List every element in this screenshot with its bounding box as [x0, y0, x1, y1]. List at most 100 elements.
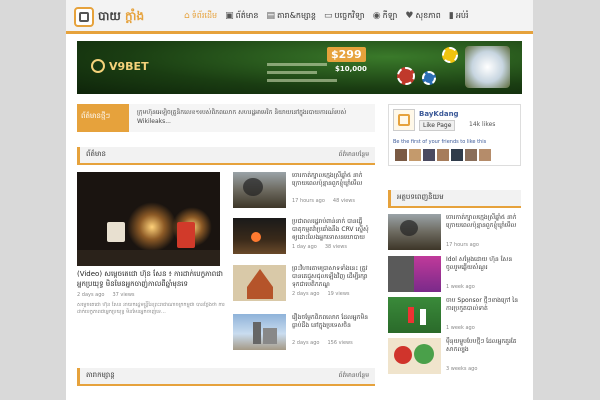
post-date: 2 days ago — [292, 340, 320, 346]
article-meta: 1 day ago 38 views — [292, 244, 347, 250]
post-views: 156 views — [327, 340, 353, 346]
list-item[interactable]: ព្រះវិហារតាមប្រាសាទទាំងនេះ ត្រូវបានគេជួស… — [233, 265, 376, 305]
facebook-friend-faces — [395, 149, 491, 161]
post-date: 3 weeks ago — [446, 366, 478, 372]
article-title[interactable]: ព្រះវិហារតាមប្រាសាទទាំងនេះ ត្រូវបានគេជួស… — [292, 265, 376, 289]
avatar[interactable] — [423, 149, 435, 161]
article-thumbnail[interactable] — [233, 172, 286, 208]
post-date: 2 days ago — [292, 291, 320, 297]
article-title[interactable]: ចោរកាត់ក្បាលក្មេងស្រីឆ្នាំ៥ នាក់ ក្រោយពេ… — [446, 214, 522, 230]
article-meta: 2 days ago 19 views — [292, 291, 350, 297]
logo-icon — [74, 7, 94, 27]
nav-label: តារា&កម្សាន្ត — [277, 11, 316, 20]
post-views: 48 views — [332, 198, 355, 204]
facebook-page-name[interactable]: BayKdang — [419, 110, 459, 118]
list-item[interactable]: ប្រជាពលរដ្ឋរាប់ពាន់នាក់ បានធ្វើបាតុកម្មត… — [233, 218, 376, 258]
article-title[interactable]: Idol សម្តែងដោយ ហ៊ុន សែន ចូលរួមឆ្លើយសំណួរ — [446, 256, 522, 272]
main-story-title[interactable]: (Video) សម្តេចតេជោ ហ៊ុន សែន ៖ ការដាក់បេក… — [77, 269, 227, 289]
ad-banner[interactable]: V9BET $299 $10,000 — [77, 41, 522, 94]
banner-brand-text: V9BET — [109, 59, 149, 73]
list-item[interactable]: រឿងចម្លែក​ពិភពលោក ដែលអ្នកមិនធ្លាប់ដឹង នៅ… — [233, 314, 376, 354]
avatar[interactable] — [479, 149, 491, 161]
ticker-text[interactable]: ក្រុមហ៊ុនអេឡិចត្រូនិកលេខ១របស់ពិភពលោក សហរ… — [137, 108, 377, 126]
nav-label: បច្ចេកវិទ្យា — [334, 11, 365, 20]
banner-price: $299 — [327, 47, 366, 62]
facebook-friends-text: Be the first of your friends to like thi… — [393, 139, 487, 145]
casino-chip-icon — [422, 71, 436, 85]
banner-text-line — [267, 79, 337, 82]
nav-label: អប់រំ — [455, 11, 469, 20]
article-title[interactable]: ចោរកាត់ក្បាលក្មេងស្រីឆ្នាំ៥ នាក់ ក្រោយពេ… — [292, 172, 376, 188]
page-avatar[interactable] — [393, 109, 415, 131]
post-views: 38 views — [324, 244, 347, 250]
casino-chip-icon — [442, 47, 458, 63]
article-thumbnail[interactable] — [388, 256, 441, 292]
post-date: 17 hours ago — [446, 242, 479, 248]
article-title[interactable]: រឿងចម្លែក​ពិភពលោក ដែលអ្នកមិនធ្លាប់ដឹង នៅ… — [292, 314, 376, 330]
article-meta: 1 week ago — [446, 284, 475, 290]
article-title[interactable]: ម៉ឺនុយម្ហូបបែបថ្មីៗ ដែលអ្នកគួរតែសាកល្បង — [446, 338, 522, 354]
film-icon: ▤ — [266, 11, 275, 21]
facebook-like-button[interactable]: Like Page — [419, 120, 456, 131]
article-thumbnail[interactable] — [233, 314, 286, 350]
article-thumbnail[interactable] — [233, 265, 286, 301]
post-date: 1 day ago — [292, 244, 317, 250]
list-item[interactable]: ម៉ឺនុយម្ហូបបែបថ្មីៗ ដែលអ្នកគួរតែសាកល្បង … — [388, 338, 521, 374]
nav-item-health[interactable]: ♥ សុខភាព — [405, 10, 440, 22]
logo-accent-text: ក្តាំង — [125, 9, 145, 23]
section-title: ព័ត៌មាន — [86, 150, 106, 158]
newspaper-icon: ▣ — [225, 11, 234, 21]
nav-item-home[interactable]: ⌂ ទំព័រដើម — [184, 10, 217, 22]
main-story-image[interactable] — [77, 172, 220, 266]
facebook-like-count: 14k likes — [469, 121, 496, 128]
banner-brand: V9BET — [91, 59, 149, 73]
article-thumbnail[interactable] — [388, 214, 441, 250]
dice-cards-graphic — [465, 46, 510, 88]
article-thumbnail[interactable] — [388, 338, 441, 374]
nav-item-news[interactable]: ▣ ព័ត៌មាន — [225, 10, 258, 22]
nav-item-entertainment[interactable]: ▤ តារា&កម្សាន្ត — [266, 10, 316, 22]
post-date: 17 hours ago — [292, 198, 325, 204]
heartbeat-icon: ♥ — [405, 11, 414, 21]
avatar[interactable] — [409, 149, 421, 161]
list-item[interactable]: ចោរកាត់ក្បាលក្មេងស្រីឆ្នាំ៥ នាក់ ក្រោយពេ… — [388, 214, 521, 250]
avatar[interactable] — [465, 149, 477, 161]
laptop-icon: ▭ — [323, 11, 333, 21]
avatar[interactable] — [437, 149, 449, 161]
article-title[interactable]: ចាប Sponsor ថ្មីៗខាងក្រៅ នៃការប្រកួតបាល់… — [446, 297, 522, 313]
list-item[interactable]: ចាប Sponsor ថ្មីៗខាងក្រៅ នៃការប្រកួតបាល់… — [388, 297, 521, 333]
casino-chip-icon — [397, 67, 415, 85]
banner-text-line — [267, 71, 317, 74]
section-header-news: ព័ត៌មាន ព័ត៌មានបន្ថែម — [77, 147, 375, 163]
section-header-popular: អត្ថបទពេញនិយម — [388, 190, 521, 206]
brand-circle-icon — [91, 59, 105, 73]
nav-item-education[interactable]: ▮ អប់រំ — [449, 10, 469, 22]
avatar[interactable] — [395, 149, 407, 161]
candle-glow — [127, 202, 177, 252]
football-icon: ◉ — [372, 11, 381, 21]
article-thumbnail[interactable] — [233, 218, 286, 254]
candle-graphic — [177, 222, 195, 248]
site-header: បាយ ក្តាំង ⌂ ទំព័រដើម ▣ ព័ត៌មាន ▤ តារា&ក… — [66, 0, 533, 34]
article-thumbnail[interactable] — [388, 297, 441, 333]
facebook-like-box: BayKdang Like Page 14k likes Be the firs… — [388, 104, 521, 166]
more-link[interactable]: ព័ត៌មានបន្ថែម — [339, 371, 369, 380]
nav-item-sports[interactable]: ◉ កីឡា — [373, 10, 398, 22]
article-title[interactable]: ប្រជាពលរដ្ឋរាប់ពាន់នាក់ បានធ្វើបាតុកម្មត… — [292, 218, 376, 242]
avatar[interactable] — [451, 149, 463, 161]
article-meta: 2 days ago 156 views — [292, 340, 353, 346]
list-item[interactable]: Idol សម្តែងដោយ ហ៊ុន សែន ចូលរួមឆ្លើយសំណួរ… — [388, 256, 521, 292]
nav-item-technology[interactable]: ▭ បច្ចេកវិទ្យា — [324, 10, 365, 22]
section-divider — [388, 206, 521, 208]
nav-label: សុខភាព — [415, 11, 441, 20]
article-meta: 1 week ago — [446, 325, 475, 331]
breaking-news-ticker: ព័ត៌មានថ្មីៗ ក្រុមហ៊ុនអេឡិចត្រូនិកលេខ១រប… — [77, 104, 413, 132]
more-link[interactable]: ព័ត៌មានបន្ថែម — [339, 150, 369, 159]
post-views: 19 views — [327, 291, 350, 297]
ticker-label: ព័ត៌មានថ្មីៗ — [81, 112, 111, 120]
article-meta: 17 hours ago 48 views — [292, 198, 355, 204]
section-title: អត្ថបទពេញនិយម — [397, 193, 444, 201]
list-item[interactable]: ចោរកាត់ក្បាលក្មេងស្រីឆ្នាំ៥ នាក់ ក្រោយពេ… — [233, 172, 376, 212]
main-story-excerpt: សម្តេចតេជោ ហ៊ុន សែន នាយករដ្ឋមន្ត្រីនៃព្រ… — [77, 302, 225, 315]
site-logo[interactable]: បាយ ក្តាំង — [74, 5, 144, 29]
